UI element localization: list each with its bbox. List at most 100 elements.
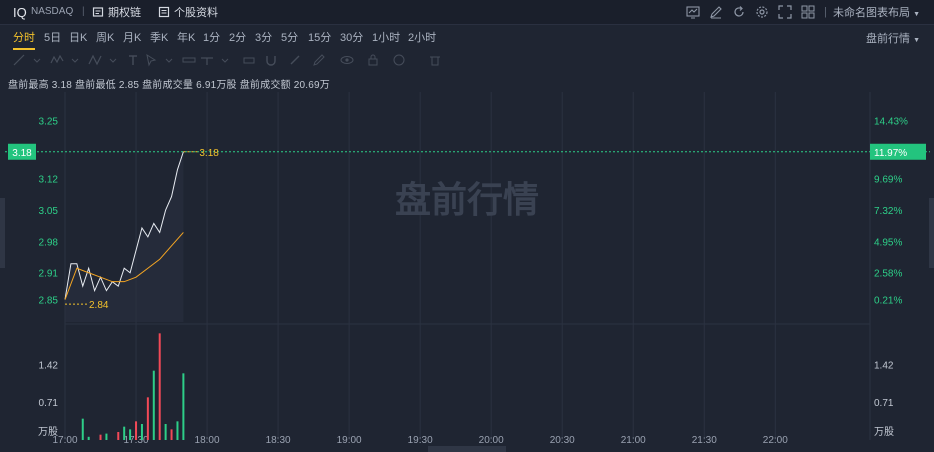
cursor-tool-icon[interactable] — [144, 53, 158, 67]
visibility-toggle-icon[interactable] — [392, 53, 406, 67]
eraser-icon[interactable] — [242, 53, 256, 67]
settings-gear-icon[interactable] — [755, 5, 769, 19]
options-chain-icon — [92, 7, 104, 17]
volume-axis-label-right: 0.71 — [874, 398, 894, 409]
time-tick-label: 20:00 — [479, 435, 504, 446]
volume-axis-label: 1.42 — [39, 360, 59, 371]
pattern-tool-icon[interactable] — [88, 53, 102, 67]
volume-bar — [176, 421, 179, 440]
volume-axis-label-right: 1.42 — [874, 360, 894, 371]
time-tick-label: 19:30 — [408, 435, 433, 446]
percent-axis-label: 4.95% — [874, 237, 902, 248]
percent-axis-label: 0.21% — [874, 296, 902, 307]
price-axis-label: 2.91 — [39, 269, 59, 280]
current-pct-text: 11.97% — [874, 148, 907, 159]
volume-unit-label: 万股 — [38, 426, 58, 438]
timeframe-tabs: 分时 5日 日K 周K 月K 季K 年K 1分 2分 3分 5分 15分 30分… — [0, 25, 934, 50]
premarket-mode-label: 盘前行情 — [866, 33, 910, 45]
ruler-tool-icon[interactable] — [182, 53, 196, 67]
time-tick-label: 21:30 — [692, 435, 717, 446]
chart-layout-dropdown[interactable]: 未命名图表布局 ▼ — [833, 4, 920, 20]
tab-2min[interactable]: 2分 — [229, 29, 246, 45]
bottom-scroll-handle — [428, 446, 506, 452]
intraday-chart[interactable]: 17:00 17:30 18:00 18:30 19:00 19:30 20:00 20:30… — [0, 90, 934, 452]
volume-bar — [152, 370, 155, 440]
price-axis-label: 3.12 — [39, 175, 59, 186]
brush-icon[interactable] — [288, 53, 302, 67]
tab-1hour[interactable]: 1小时 — [372, 29, 400, 45]
volume-bar — [105, 433, 108, 440]
refresh-icon[interactable] — [732, 5, 746, 19]
percent-axis-label: 9.69% — [874, 175, 902, 186]
tab-day-k[interactable]: 日K — [69, 29, 87, 45]
tab-3min[interactable]: 3分 — [255, 29, 272, 45]
time-tick-label: 19:00 — [337, 435, 362, 446]
stock-symbol: IQ — [13, 5, 27, 20]
tab-1min[interactable]: 1分 — [203, 29, 220, 45]
tab-15min[interactable]: 15分 — [308, 29, 331, 45]
tab-2hour[interactable]: 2小时 — [408, 29, 436, 45]
chevron-down-icon[interactable] — [218, 53, 232, 67]
edit-icon[interactable] — [709, 5, 723, 19]
tab-week-k[interactable]: 周K — [96, 29, 114, 45]
watermark-text: 盘前行情 — [395, 179, 539, 221]
chevron-down-icon: ▼ — [913, 37, 920, 44]
time-tick-label: 21:00 — [621, 435, 646, 446]
volume-bar — [146, 397, 149, 440]
volume-bar — [87, 436, 90, 440]
price-axis-label: 2.85 — [39, 296, 59, 307]
wave-tool-icon[interactable] — [50, 53, 64, 67]
volume-bar — [81, 418, 84, 440]
volume-bar — [140, 424, 143, 440]
right-scroll-handle — [929, 198, 934, 268]
tab-30min[interactable]: 30分 — [340, 29, 363, 45]
drawing-toolbar — [0, 50, 934, 70]
time-tick-label: 18:00 — [195, 435, 220, 446]
pen-icon[interactable] — [312, 53, 326, 67]
left-scroll-handle — [0, 198, 5, 268]
volume-bar — [123, 426, 126, 440]
text-tool-icon[interactable] — [126, 53, 140, 67]
tab-fenshi[interactable]: 分时 — [13, 29, 35, 50]
trend-line-tool-icon[interactable] — [12, 53, 26, 67]
chevron-down-icon[interactable] — [30, 53, 44, 67]
chevron-down-icon[interactable] — [68, 53, 82, 67]
volume-bar — [135, 421, 138, 440]
tab-5day[interactable]: 5日 — [44, 29, 61, 45]
magnet-icon[interactable] — [264, 53, 278, 67]
stock-profile-button[interactable]: 个股资料 — [158, 4, 218, 20]
volume-bar — [182, 373, 185, 440]
current-price-text: 3.18 — [12, 148, 32, 159]
low-marker-label: 2.84 — [89, 300, 109, 311]
eye-icon[interactable] — [340, 53, 354, 67]
options-chain-button[interactable]: 期权链 — [92, 4, 141, 20]
volume-axis-label: 0.71 — [39, 398, 59, 409]
layout-grid-icon[interactable] — [801, 5, 815, 19]
premarket-stats: 盘前最高 3.18 盘前最低 2.85 盘前成交量 6.91万股 盘前成交额 2… — [8, 76, 330, 91]
chevron-down-icon[interactable] — [162, 53, 176, 67]
lock-icon[interactable] — [366, 53, 380, 67]
separator: | — [824, 6, 827, 18]
time-tick-label: 18:30 — [266, 435, 291, 446]
options-chain-label: 期权链 — [108, 7, 141, 19]
tab-quarter-k[interactable]: 季K — [150, 29, 168, 45]
high-marker-label: 3.18 — [199, 148, 219, 159]
chevron-down-icon[interactable] — [106, 53, 120, 67]
trash-icon[interactable] — [428, 53, 442, 67]
tab-year-k[interactable]: 年K — [177, 29, 195, 45]
fullscreen-icon[interactable] — [778, 5, 792, 19]
premarket-mode-dropdown[interactable]: 盘前行情 ▼ — [866, 30, 920, 46]
tab-month-k[interactable]: 月K — [123, 29, 141, 45]
chart-layout-label: 未命名图表布局 — [833, 7, 910, 19]
volume-bar — [129, 429, 132, 440]
horizontal-line-tool-icon[interactable] — [200, 53, 214, 67]
volume-bar — [158, 333, 161, 440]
volume-unit-label-right: 万股 — [874, 426, 894, 438]
percent-axis-label: 2.58% — [874, 269, 902, 280]
percent-axis-label: 7.32% — [874, 206, 902, 217]
tab-5min[interactable]: 5分 — [281, 29, 298, 45]
price-axis-label: 2.98 — [39, 237, 59, 248]
volume-bar — [117, 432, 120, 440]
indicator-chart-icon[interactable] — [686, 5, 700, 19]
toolbar-icons: | 未命名图表布局 ▼ — [686, 3, 934, 21]
